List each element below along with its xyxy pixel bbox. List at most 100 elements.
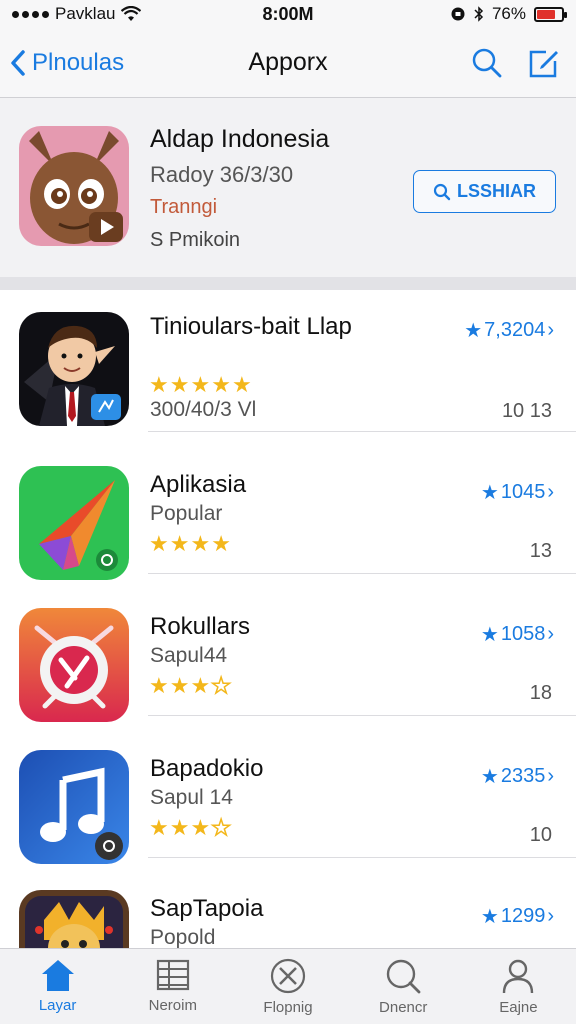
star-icon: ★ [149,673,169,698]
app-category: Sapul 14 [150,786,233,809]
star-half-icon: ★ [210,815,231,840]
back-button[interactable]: Plnoulas [10,49,124,77]
star-rating: ★ ★ ★ ★ [149,533,231,555]
compose-icon[interactable] [528,47,560,79]
list-item[interactable]: SapTapoia Popold ★ 1299 › [0,858,576,948]
star-icon: ★ [480,906,499,928]
search-icon [433,183,451,200]
star-icon: ★ [149,372,169,397]
app-price: 7,3204 [484,319,546,341]
star-icon: ★ [190,673,211,698]
app-name: Rokullars [150,613,251,640]
star-rating: ★ ★ ★ ★ [149,815,232,840]
lock-rotation-icon [451,7,465,21]
app-size: 18 [529,682,552,704]
star-icon: ★ [169,673,190,698]
chevron-right-icon: › [547,623,554,645]
app-category: Popular [150,502,223,525]
section-divider [0,277,576,290]
signal-strength-icon [12,10,49,18]
list-item[interactable]: Rokullars Sapul44 ★ ★ ★ ★ ★ 1058 › 18 [0,574,576,722]
star-icon: ★ [169,531,190,556]
tab-bar: Layar Neroim Flopnig Dnencr Eajne [0,948,576,1024]
star-rating: ★ ★ ★ ★ ★ [149,374,252,396]
tab-flopnig[interactable]: Flopnig [230,949,345,1024]
tab-label: Flopnig [263,999,313,1016]
compass-icon [270,958,306,994]
search-icon[interactable] [472,48,502,78]
featured-app-version: Radoy 36/3/30 [150,162,294,187]
app-price: 1299 [500,905,546,927]
star-icon: ★ [169,815,190,840]
tab-neroim[interactable]: Neroim [115,949,230,1024]
wifi-icon [121,6,142,21]
app-size: 10 13 [501,400,552,422]
star-icon: ★ [480,482,499,504]
app-price-button[interactable]: ★ 1045 › [481,480,554,505]
star-icon: ★ [211,372,231,397]
star-icon: ★ [190,531,211,556]
featured-app-detail: S Pmikoin [150,229,241,251]
search-icon [387,959,421,994]
chevron-right-icon: › [547,765,554,787]
app-category: Sapul44 [150,644,228,667]
star-icon: ★ [480,766,499,788]
app-list: Tinioulars-bait Llap ★ ★ ★ ★ ★ 300/40/3 Vl ★… [0,290,576,948]
app-icon [19,608,129,722]
battery-icon [534,6,567,22]
app-icon [19,466,129,580]
list-item[interactable]: Tinioulars-bait Llap ★ ★ ★ ★ ★ 300/40/3 Vl ★… [0,290,576,432]
app-icon [19,750,129,864]
list-grid-icon [156,959,189,991]
carrier-name: Pavklau [55,4,116,23]
app-price-button[interactable]: ★ 1299 › [481,904,554,929]
tab-label: Eajne [499,999,538,1016]
status-bar: Pavklau 8:00M 76% [0,0,576,28]
app-price-button[interactable]: ★ 1058 › [481,622,554,647]
app-size: 10 [529,824,552,846]
app-price: 1045 [500,481,546,503]
star-rating: ★ ★ ★ ★ [149,673,232,698]
star-icon: ★ [149,815,169,840]
featured-app-category: Tranngi [150,196,218,218]
app-name: SapTapoia [150,895,264,922]
chevron-right-icon: › [547,319,554,341]
back-button-label: Plnoulas [32,48,125,76]
app-icon [19,312,129,426]
chevron-right-icon: › [547,905,554,927]
featured-app-icon [19,126,129,246]
tab-eajne[interactable]: Eajne [461,949,576,1024]
list-item[interactable]: Aplikasia Popular ★ ★ ★ ★ ★ 1045 › 13 [0,432,576,580]
star-icon: ★ [480,624,499,646]
star-icon: ★ [211,531,231,556]
app-price-button[interactable]: ★ 7,3204 › [464,318,554,343]
tab-label: Neroim [148,997,197,1014]
featured-app-title: Aldap Indonesia [150,125,330,153]
star-icon: ★ [190,815,211,840]
app-name: Aplikasia [150,471,247,498]
featured-action-button[interactable]: LSSHIAR [413,170,556,213]
app-price: 2335 [500,765,546,787]
app-name: Bapadokio [150,755,264,782]
bluetooth-icon [474,6,484,22]
clock-time: 8:00M [262,3,314,24]
person-icon [503,959,534,994]
home-icon [41,960,74,991]
app-price: 1058 [500,623,546,645]
app-meta: 300/40/3 Vl [150,398,257,421]
tab-layar[interactable]: Layar [0,949,115,1024]
star-icon: ★ [169,372,190,397]
app-icon [19,890,129,948]
tab-dnencr[interactable]: Dnencr [346,949,461,1024]
star-half-icon: ★ [210,673,231,698]
star-icon: ★ [190,372,211,397]
featured-action-label: LSSHIAR [456,181,536,201]
star-icon: ★ [149,531,169,556]
chevron-left-icon [11,49,25,76]
star-icon: ★ [464,320,483,342]
app-price-button[interactable]: ★ 2335 › [481,764,554,789]
featured-app[interactable]: Aldap Indonesia Radoy 36/3/30 Tranngi S … [0,99,576,277]
chevron-right-icon: › [547,481,554,503]
list-item[interactable]: Bapadokio Sapul 14 ★ ★ ★ ★ ★ 2335 › 10 [0,716,576,864]
star-icon: ★ [231,372,252,397]
